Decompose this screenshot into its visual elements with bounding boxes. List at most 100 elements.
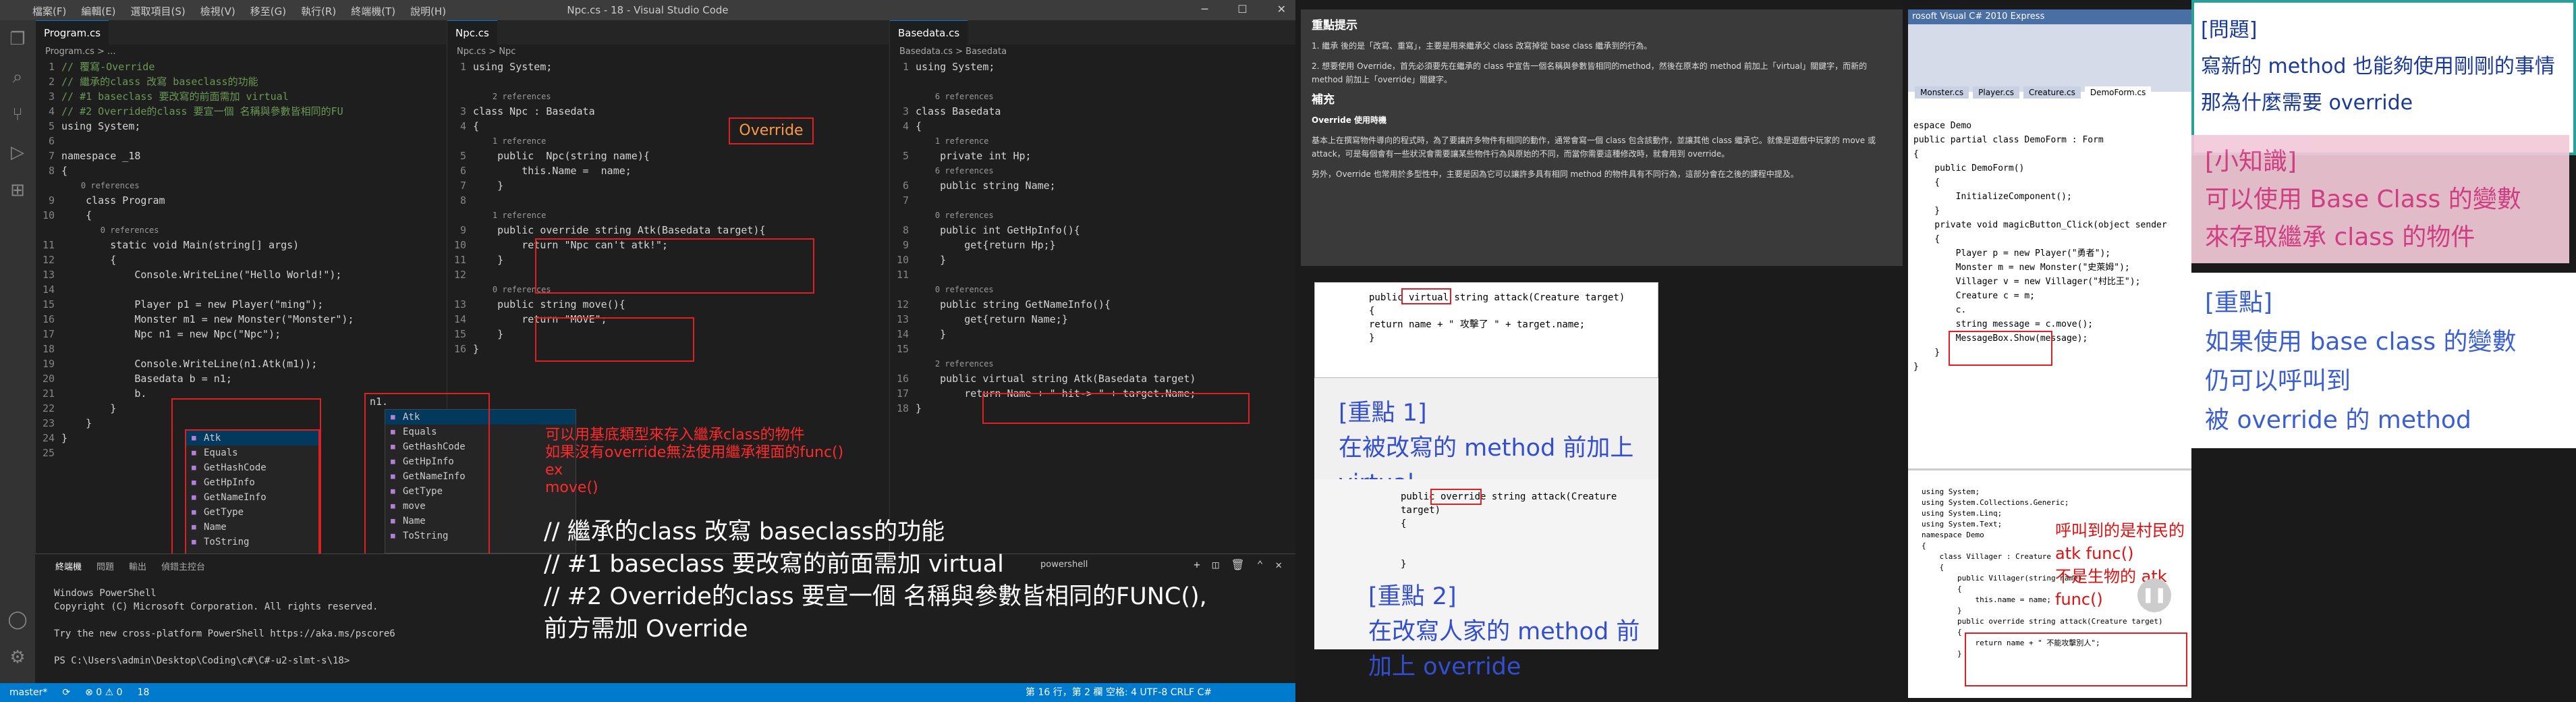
panel-tab[interactable]: 問題 [96, 560, 114, 572]
line-text: // 繼承的class 改寫 baseclass的功能 [61, 76, 258, 88]
line-text: public virtual string Atk(Basedata targe… [916, 373, 1196, 385]
red-note-line: ex [545, 462, 563, 479]
doc-p2: 2. 想要使用 Override，首先必須要先在繼承的 class 中宣告一個名… [1312, 61, 1868, 84]
vs2010-tab[interactable]: Player.cs [1973, 86, 2020, 99]
activity-bar: ❐ ⌕ ⑂ ▷ ⊞ ◯ ⚙ [0, 20, 35, 683]
tip-line2: 來存取繼承 class 的物件 [2205, 223, 2475, 251]
line-text: // #2 Override的class 要宣一個 名稱與參數皆相同的FU [61, 105, 343, 117]
line-text: 0 references [916, 211, 994, 220]
line-text: using System; [473, 61, 553, 73]
title-bar: 檔案(F) 編輯(E) 選取項目(S) 檢視(V) 移至(G) 執行(R) 終端機(T) 說明… [0, 0, 1295, 20]
line-number: 23 [42, 417, 55, 429]
red-annotation: 可以用基底類型來存入繼承class的物件 如果沒有override無法使用繼承裡面… [545, 427, 923, 497]
vs2010-toolbar: Monster.cs Player.cs Creature.cs DemoForm.c… [1908, 24, 2191, 99]
code-line: 5 using System; [36, 119, 447, 134]
status-right: 第 16 行，第 2 欄 空格: 4 UTF-8 CRLF C# [1026, 687, 1212, 698]
line-number: 12 [453, 269, 466, 281]
source-control-icon[interactable]: ⑂ [0, 96, 35, 134]
vs2010-tab[interactable]: DemoForm.cs [2084, 86, 2152, 99]
search-icon[interactable]: ⌕ [0, 58, 35, 96]
code-editor-npc[interactable]: 1 using System; 2 references 3 class Npc : … [447, 59, 889, 356]
status-item[interactable]: master* [9, 687, 47, 698]
line-text: Basedata b = n1; [61, 373, 232, 385]
point-line3: 被 override 的 method [2205, 406, 2471, 434]
vs2010-code-line: } [1913, 206, 1940, 216]
code-line: 10 { [36, 208, 447, 223]
maximize-icon[interactable]: ☐ [1237, 3, 1247, 16]
code-editor-basedata[interactable]: 1 using System; 6 references 3 class Baseda… [890, 59, 1295, 416]
code-line: 1 // 覆寫-Override [36, 59, 447, 74]
extensions-icon[interactable]: ⊞ [0, 171, 35, 209]
status-left: master* ⟳ ⊗ 0 ⚠ 0 18 [9, 683, 164, 702]
question-line1: 寫新的 method 也能夠使用剛剛的事情 [2201, 55, 2555, 78]
vs2010-code-line: string message = c.move(); [1913, 319, 2094, 329]
close-icon[interactable]: ✕ [1277, 3, 1286, 16]
line-number [890, 134, 916, 148]
tab-npc-cs[interactable]: Npc.cs [447, 20, 497, 45]
minimize-icon[interactable]: ─ [1202, 3, 1208, 16]
line-number: 14 [896, 328, 909, 340]
doc-p3: 基本上在撰寫物件導向的程式時，為了要讓許多物件有相同的動作，通常會寫一個 cla… [1312, 136, 1876, 159]
vs2010-code-line: Monster m = new Monster("史萊姆"); [1913, 263, 2130, 273]
red-note-line: move() [545, 479, 598, 496]
code-line: 0 references [36, 223, 447, 238]
explorer-icon[interactable]: ❐ [0, 20, 35, 58]
run-debug-icon[interactable]: ▷ [0, 134, 35, 171]
account-icon[interactable]: ◯ [0, 601, 35, 639]
code-line: 7 namespace _18 [36, 148, 447, 163]
line-text: 6 references [916, 92, 994, 101]
code-line: 6 references [890, 163, 1295, 178]
line-text: private int Hp; [916, 150, 1032, 162]
key1-label-area: [重點 1] 在被改寫的 method 前加上 virtual [1314, 378, 1658, 497]
settings-gear-icon[interactable]: ⚙ [0, 639, 35, 676]
line-number: 17 [896, 387, 909, 400]
code-line: 9 public override string Atk(Basedata ta… [447, 223, 889, 238]
autocomplete-highlight-2 [364, 393, 490, 570]
tab-basedata-cs[interactable]: Basedata.cs [890, 20, 968, 45]
vs2010-code-line: Villager v = new Villager("村比王"); [1913, 277, 2141, 287]
pause-icon[interactable]: ❚❚ [2137, 578, 2171, 612]
line-number: 7 [48, 150, 55, 162]
line-number: 10 [453, 239, 466, 251]
villager-code-line: using System.Collections.Generic; [1922, 498, 2069, 507]
code-line: 12 { [36, 252, 447, 267]
panel-tab[interactable]: 終端機 [55, 560, 82, 572]
vs2010-tab[interactable]: Creature.cs [2023, 86, 2081, 99]
tip-box: [小知識] 可以使用 Base Class 的變數 來存取繼承 class 的物… [2191, 135, 2569, 263]
code-line: 16 public virtual string Atk(Basedata ta… [890, 371, 1295, 386]
tab-program-cs[interactable]: Program.cs [36, 20, 109, 45]
line-number: 19 [42, 358, 55, 370]
line-text: // #1 baseclass 要改寫的前面需加 virtual [61, 90, 289, 103]
key1-code-screenshot: public virtual string attack(Creature ta… [1314, 282, 1658, 378]
line-text: public string Name; [916, 180, 1056, 192]
line-number [890, 282, 916, 297]
status-item[interactable]: ⟳ [62, 687, 70, 698]
line-number [890, 74, 916, 89]
breadcrumb: Program.cs > ... [45, 47, 116, 57]
line-number [890, 356, 916, 371]
code-line: 15 [890, 342, 1295, 356]
line-number: 10 [896, 254, 909, 266]
key1-code-line2: { [1369, 306, 1375, 317]
line-number: 1 [459, 61, 466, 73]
panel-tab[interactable]: 輸出 [129, 560, 146, 572]
code-line: 8 public int GetHpInfo(){ [890, 223, 1295, 238]
line-text: } [61, 402, 117, 414]
line-number: 12 [896, 298, 909, 310]
doc-title: 重點提示 [1312, 19, 1357, 32]
code-line: 1 reference [890, 134, 1295, 148]
status-item[interactable]: ⊗ 0 ⚠ 0 [85, 687, 122, 698]
vs2010-tab[interactable]: Monster.cs [1915, 86, 1969, 99]
line-number: 5 [459, 150, 466, 162]
status-item[interactable]: 18 [138, 687, 150, 698]
line-text: { [61, 165, 68, 177]
vs2010-code-line: c. [1913, 305, 1967, 315]
panel-tab[interactable]: 偵錯主控台 [161, 560, 205, 572]
line-number: 7 [459, 180, 466, 192]
line-text: this.Name = name; [473, 165, 632, 177]
key2-code-line2: { [1401, 518, 1407, 529]
code-line: 6 public string Name; [890, 178, 1295, 193]
code-line: 18 [36, 342, 447, 356]
line-text: Console.WriteLine("Hello World!"); [61, 269, 342, 281]
terminal-output[interactable]: Windows PowerShell Copyright (C) Microso… [54, 587, 395, 668]
